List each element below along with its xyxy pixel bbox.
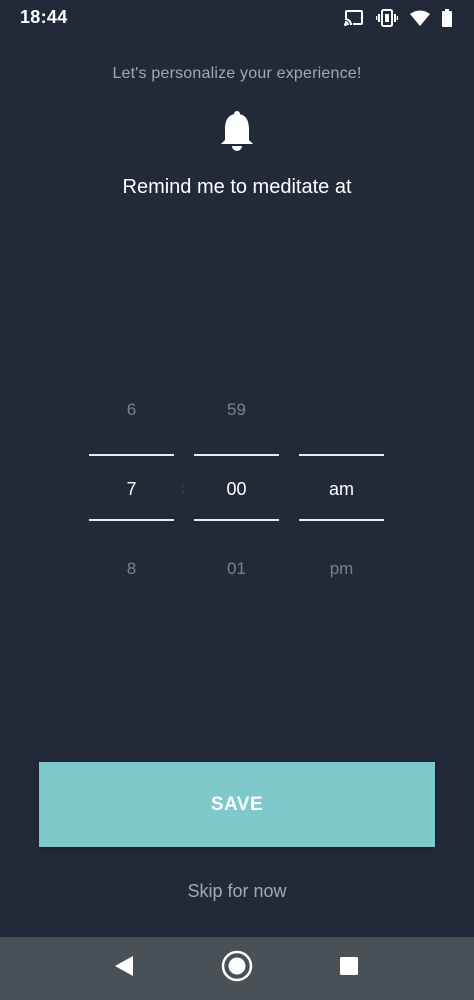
back-button[interactable] [94, 937, 154, 1000]
wifi-icon [410, 10, 430, 26]
navigation-bar [0, 937, 474, 1000]
hour-selected[interactable]: 7 [89, 479, 174, 500]
back-icon [114, 955, 134, 982]
minute-next[interactable]: 01 [194, 559, 279, 579]
minute-bottom-divider [194, 519, 279, 521]
hour-picker[interactable]: 6 7 8 [89, 395, 174, 595]
status-bar: 18:44 [0, 0, 474, 36]
hour-top-divider [89, 454, 174, 456]
recents-button[interactable] [319, 937, 379, 1000]
period-picker[interactable]: am pm [299, 395, 384, 595]
recents-icon [339, 956, 359, 981]
minute-picker[interactable]: 59 00 01 [194, 395, 279, 595]
minute-selected[interactable]: 00 [194, 479, 279, 500]
home-icon [221, 950, 253, 987]
minute-top-divider [194, 454, 279, 456]
vibrate-icon [376, 9, 398, 27]
subtitle: Let's personalize your experience! [112, 65, 362, 82]
save-button[interactable]: SAVE [39, 762, 435, 847]
period-top-divider [299, 454, 384, 456]
period-next[interactable]: pm [299, 559, 384, 579]
hour-next[interactable]: 8 [89, 559, 174, 579]
page-title: Remind me to meditate at [122, 176, 352, 198]
home-button[interactable] [207, 937, 267, 1000]
hour-bottom-divider [89, 519, 174, 521]
period-bottom-divider [299, 519, 384, 521]
skip-for-now-link[interactable]: Skip for now [0, 881, 474, 902]
battery-icon [442, 9, 452, 27]
hour-prev[interactable]: 6 [89, 400, 174, 420]
status-icons [344, 8, 452, 28]
period-selected[interactable]: am [299, 479, 384, 500]
time-separator: : [181, 480, 185, 496]
status-time: 18:44 [20, 7, 68, 27]
bell-icon [220, 110, 254, 152]
cast-icon [344, 10, 364, 26]
minute-prev[interactable]: 59 [194, 400, 279, 420]
